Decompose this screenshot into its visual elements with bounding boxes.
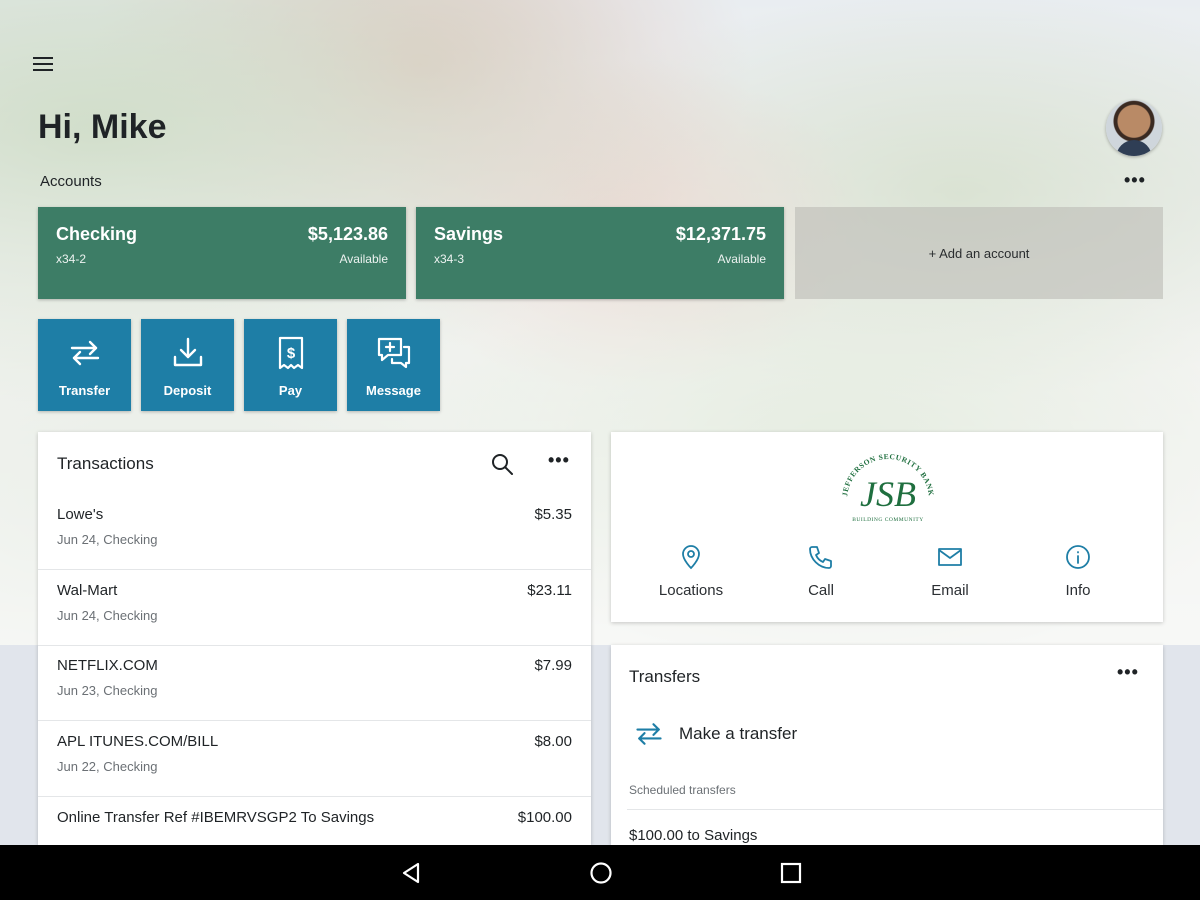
transaction-detail: Jun 24, Checking (57, 532, 158, 547)
account-balance: $5,123.86 (307, 224, 388, 244)
bank-contact-panel: JEFFERSON SECURITY BANK JSB BUILDING COM… (611, 432, 1163, 622)
transaction-merchant: Online Transfer Ref #IBEMRVSGP2 To Savin… (57, 809, 375, 826)
make-transfer-button[interactable]: Make a transfer (633, 718, 797, 750)
account-number: x34-2 (56, 252, 87, 266)
accounts-more-icon[interactable]: ••• (1124, 170, 1146, 191)
profile-avatar[interactable] (1106, 100, 1162, 156)
transaction-amount: $5.35 (534, 506, 572, 523)
transaction-row[interactable]: APL ITUNES.COM/BILL Jun 22, Checking $8.… (38, 721, 591, 797)
account-balance: $12,371.75 (675, 224, 766, 244)
email-icon (938, 548, 962, 566)
transaction-merchant: Lowe's (57, 506, 104, 523)
greeting-title: Hi, Mike (38, 108, 167, 146)
call-button[interactable]: Call (761, 544, 881, 599)
svg-text:$: $ (287, 345, 296, 362)
make-transfer-label: Make a transfer (679, 724, 798, 743)
hamburger-menu-icon[interactable] (33, 57, 53, 73)
transactions-panel: Transactions ••• Lowe's Jun 24, Checking… (38, 432, 591, 845)
scheduled-transfer-item[interactable]: $100.00 to Savings (629, 827, 757, 844)
pay-button[interactable]: $ Pay (244, 319, 337, 411)
account-card-savings[interactable]: Savings x34-3 $12,371.75 Available (416, 207, 784, 299)
locations-button[interactable]: Locations (631, 544, 751, 599)
info-icon (1066, 545, 1090, 569)
message-button[interactable]: Message (347, 319, 440, 411)
home-icon[interactable] (588, 860, 614, 886)
transfer-button[interactable]: Transfer (38, 319, 131, 411)
deposit-label: Deposit (163, 383, 212, 398)
search-icon[interactable] (490, 452, 514, 476)
transaction-detail: Jun 24, Checking (57, 608, 158, 623)
message-label: Message (366, 383, 421, 398)
locations-label: Locations (658, 582, 724, 599)
transfer-label: Transfer (58, 383, 111, 398)
transaction-merchant: NETFLIX.COM (57, 657, 158, 674)
transfer-icon (636, 723, 662, 745)
transaction-row[interactable]: NETFLIX.COM Jun 23, Checking $7.99 (38, 645, 591, 721)
account-number: x34-3 (434, 252, 465, 266)
location-pin-icon (682, 545, 700, 570)
transaction-row[interactable]: Online Transfer Ref #IBEMRVSGP2 To Savin… (38, 797, 591, 845)
transactions-title: Transactions (57, 454, 154, 473)
email-label: Email (931, 582, 969, 599)
accounts-label: Accounts (40, 173, 102, 190)
account-balance-status: Available (339, 252, 388, 266)
pay-label: Pay (278, 383, 303, 398)
bank-logo: JEFFERSON SECURITY BANK JSB BUILDING COM… (840, 452, 935, 523)
transaction-merchant: Wal-Mart (57, 582, 118, 599)
back-icon[interactable] (398, 860, 424, 886)
transaction-amount: $8.00 (534, 733, 572, 750)
account-balance-status: Available (717, 252, 766, 266)
transfers-panel: Transfers ••• Make a transfer Scheduled … (611, 645, 1163, 845)
transaction-detail: Jun 22, Checking (57, 759, 158, 774)
info-label: Info (1065, 582, 1091, 599)
add-account-button[interactable]: + Add an account (795, 207, 1163, 299)
deposit-icon (173, 337, 203, 367)
email-button[interactable]: Email (890, 544, 1010, 599)
recent-apps-icon[interactable] (778, 860, 804, 886)
transaction-row[interactable]: Wal-Mart Jun 24, Checking $23.11 (38, 570, 591, 646)
divider (627, 809, 1163, 810)
system-navigation-bar (0, 845, 1200, 900)
bank-logo-subtext: BUILDING COMMUNITY (852, 517, 923, 523)
account-card-checking[interactable]: Checking x34-2 $5,123.86 Available (38, 207, 406, 299)
pay-icon: $ (278, 336, 304, 370)
call-label: Call (808, 582, 834, 599)
account-name: Savings (434, 224, 504, 244)
transaction-amount: $23.11 (527, 582, 572, 599)
transfer-icon (70, 340, 100, 366)
bank-logo-text: JSB (860, 474, 916, 514)
transaction-merchant: APL ITUNES.COM/BILL (57, 733, 219, 750)
account-name: Checking (56, 224, 138, 244)
transactions-more-icon[interactable]: ••• (548, 450, 570, 471)
deposit-button[interactable]: Deposit (141, 319, 234, 411)
message-icon (377, 337, 411, 369)
info-button[interactable]: Info (1018, 544, 1138, 599)
transaction-detail: Jun 23, Checking (57, 683, 158, 698)
transaction-row[interactable]: Lowe's Jun 24, Checking $5.35 (38, 494, 591, 570)
phone-icon (809, 546, 832, 569)
transfers-more-icon[interactable]: ••• (1117, 662, 1139, 683)
transfers-title: Transfers (629, 667, 701, 686)
transaction-amount: $7.99 (534, 657, 572, 674)
scheduled-transfers-label: Scheduled transfers (629, 783, 736, 797)
transaction-amount: $100.00 (517, 809, 572, 826)
